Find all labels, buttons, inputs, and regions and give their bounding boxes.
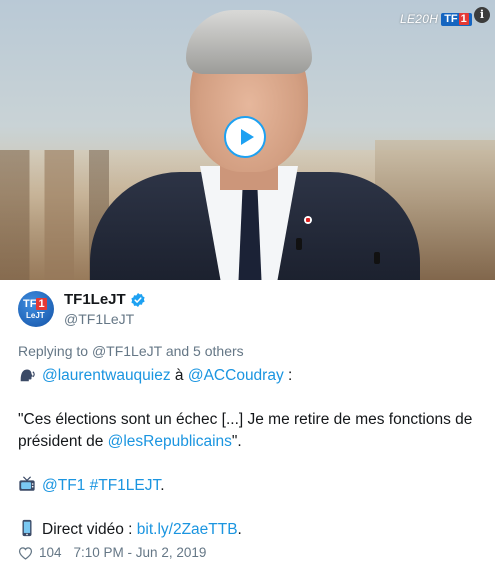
handle[interactable]: @TF1LeJT: [64, 311, 146, 327]
tv-show-label: LE20H: [400, 12, 439, 26]
avatar-logo-one: 1: [36, 298, 47, 310]
tweet-connector: à: [170, 367, 188, 384]
tv-brand-prefix: TF: [444, 13, 458, 25]
avatar-subtext: LeJT: [26, 311, 45, 320]
tweet-line-video: Direct vidéo : bit.ly/2ZaeTTB.: [18, 519, 478, 541]
avatar-logo: TF 1: [23, 298, 47, 310]
replying-to-others[interactable]: and 5 others: [166, 343, 244, 359]
tweet-footer: 104 7:10 PM - Jun 2, 2019: [18, 545, 206, 560]
mobile-phone-icon: [22, 519, 32, 537]
verified-badge-icon: [131, 292, 145, 307]
tweet-text: @laurentwauquiez à @ACCoudray : "Ces éle…: [18, 365, 478, 541]
lapel-pin-icon: [304, 216, 312, 224]
avatar-logo-text: TF: [23, 298, 37, 310]
tweet-line-mentions: @laurentwauquiez à @ACCoudray :: [18, 365, 478, 387]
tv-brand-one: 1: [458, 13, 469, 25]
microphone-icon: [374, 252, 380, 264]
microphone-icon: [296, 238, 302, 250]
avatar[interactable]: TF 1 LeJT: [18, 291, 54, 327]
replying-to-handle[interactable]: @TF1LeJT: [92, 343, 162, 359]
mention-accoudray[interactable]: @ACCoudray: [188, 367, 284, 384]
quote-text: "Ces élections sont un échec [...] Je me…: [18, 411, 473, 450]
television-icon: [19, 476, 35, 491]
play-button[interactable]: [224, 116, 266, 158]
tweet-quote: "Ces élections sont un échec [...] Je me…: [18, 409, 478, 453]
tweet-line1-suffix: :: [283, 367, 293, 384]
info-icon[interactable]: i: [474, 7, 490, 23]
tv-channel-logo: LE20H TF 1: [400, 11, 472, 27]
quote-end: ".: [231, 433, 242, 450]
speaking-head-icon: [20, 369, 35, 382]
author-names: TF1LeJT @TF1LeJT: [64, 291, 146, 327]
tweet-author: TF 1 LeJT TF1LeJT @TF1LeJT: [18, 291, 146, 327]
tv-line-suffix: .: [160, 477, 165, 494]
video-link[interactable]: bit.ly/2ZaeTTB: [137, 521, 238, 538]
hashtag-tf1lejt[interactable]: #TF1LEJT: [90, 477, 161, 494]
tv-brand-badge: TF 1: [441, 12, 472, 26]
mention-laurentwauquiez[interactable]: @laurentwauquiez: [42, 367, 171, 384]
play-icon: [241, 129, 254, 145]
mention-tf1[interactable]: @TF1: [42, 477, 85, 494]
replying-to-prefix: Replying to: [18, 343, 89, 359]
tweet-line-tv: @TF1 #TF1LEJT.: [18, 475, 478, 497]
heart-icon[interactable]: [18, 546, 33, 560]
display-name[interactable]: TF1LeJT: [64, 291, 126, 308]
video-line-suffix: .: [237, 521, 242, 538]
video-thumbnail[interactable]: LE20H TF 1 i: [0, 0, 495, 280]
name-row: TF1LeJT: [64, 291, 146, 308]
direct-video-label: Direct vidéo :: [42, 521, 137, 538]
like-count[interactable]: 104: [39, 545, 62, 560]
tweet-card: LE20H TF 1 i TF 1 LeJT TF1LeJT @TF1LeJT …: [0, 0, 495, 573]
replying-to-line: Replying to @TF1LeJT and 5 others: [18, 343, 244, 359]
tweet-timestamp[interactable]: 7:10 PM - Jun 2, 2019: [74, 545, 207, 560]
mention-lesrepublicains[interactable]: @lesRepublicains: [108, 433, 232, 450]
